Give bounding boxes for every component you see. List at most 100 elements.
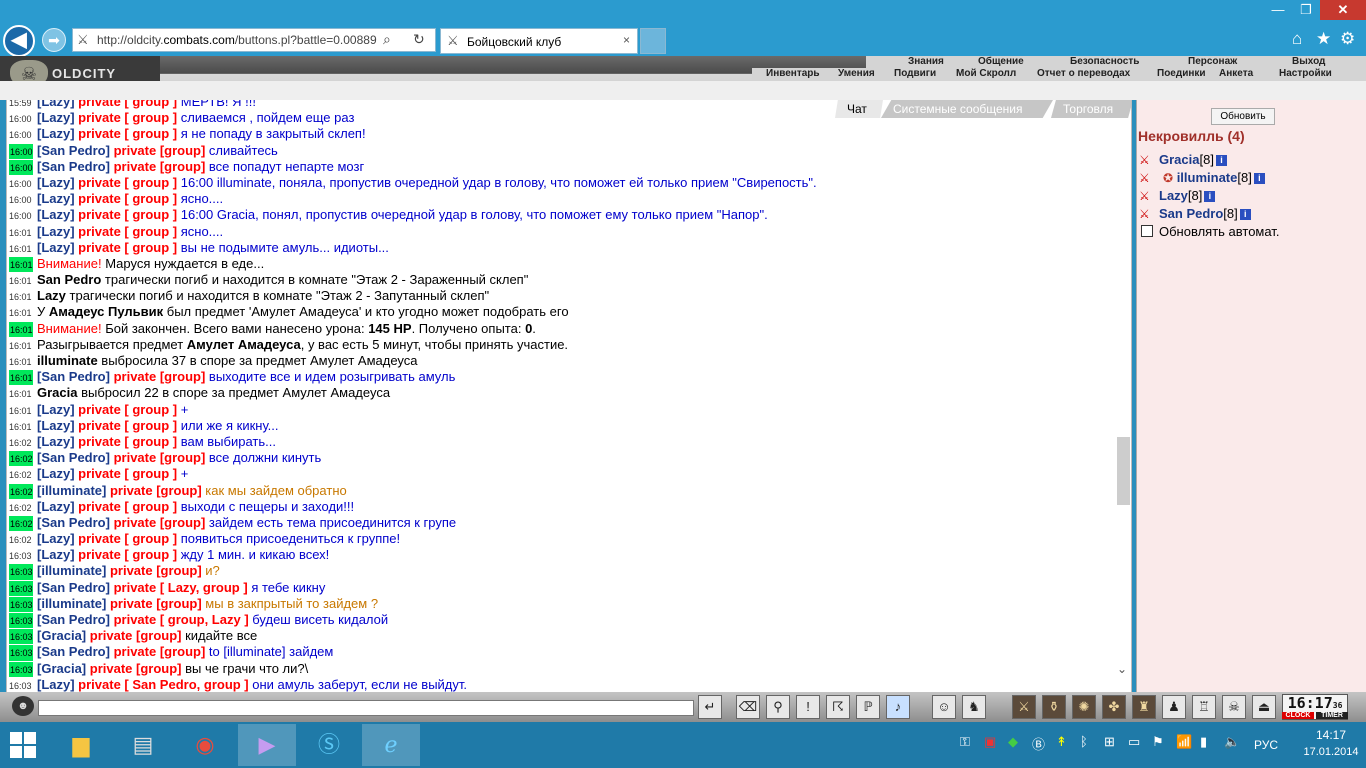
acrobat-icon[interactable]: ▣ — [984, 734, 996, 750]
visual-studio-icon[interactable]: ▶ — [238, 724, 296, 766]
player-name[interactable]: San Pedro — [1159, 206, 1223, 221]
chat-timestamp[interactable]: 16:01 — [9, 403, 37, 418]
home-icon[interactable]: ⌂ — [1292, 29, 1302, 49]
chat-timestamp[interactable]: 16:02 — [9, 451, 33, 467]
attack-icon[interactable]: ⚔ — [1139, 207, 1159, 221]
wifi-icon[interactable]: 📶 — [1176, 734, 1192, 750]
tab-system-messages[interactable]: Системные сообщения — [881, 100, 1053, 118]
info-icon[interactable]: i — [1215, 155, 1227, 166]
chat-nick[interactable]: [San Pedro] — [37, 159, 110, 174]
chat-nick[interactable]: [San Pedro] — [37, 612, 110, 627]
flag-icon[interactable]: ⚑ — [1152, 734, 1164, 750]
chat-timestamp[interactable]: 16:01 — [9, 386, 37, 401]
chat-nick[interactable]: [Lazy] — [37, 240, 75, 255]
exit-icon[interactable]: ⏏ — [1252, 695, 1276, 719]
chat-nick[interactable]: [Lazy] — [37, 466, 75, 481]
chat-nick[interactable]: [Lazy] — [37, 100, 75, 109]
player-name[interactable]: illuminate — [1177, 170, 1238, 185]
chat-timestamp[interactable]: 16:02 — [9, 483, 33, 499]
menu-character[interactable]: Персонаж — [1188, 56, 1237, 67]
player-row-illuminate[interactable]: ⚔ ✪ illuminate[8] i — [1139, 170, 1265, 188]
chrome-icon[interactable]: ◉ — [176, 724, 234, 766]
clear-icon[interactable]: ⌫ — [736, 695, 760, 719]
chat-timestamp[interactable]: 15:59 — [9, 100, 37, 110]
send-button[interactable]: ↵ — [698, 695, 722, 719]
chat-timestamp[interactable]: 16:01 — [9, 354, 37, 369]
close-window-button[interactable]: ✕ — [1320, 0, 1366, 20]
chat-private-tag[interactable]: private [ Lazy, group ] — [110, 580, 251, 595]
scroll-down-icon[interactable]: ⌄ — [1117, 662, 1127, 676]
chat-timestamp[interactable]: 16:03 — [9, 564, 33, 580]
chat-timestamp[interactable]: 16:01 — [9, 225, 37, 240]
chat-timestamp[interactable]: 16:03 — [9, 678, 37, 692]
b-icon[interactable]: Ⓑ — [1032, 734, 1045, 753]
menu-battles[interactable]: Поединки — [1157, 68, 1206, 79]
minimize-button[interactable]: — — [1264, 0, 1292, 20]
chat-timestamp[interactable]: 16:03 — [9, 613, 33, 629]
chat-private-tag[interactable]: private [group] — [110, 644, 209, 659]
chat-timestamp[interactable]: 16:00 — [9, 143, 33, 159]
chat-timestamp[interactable]: 16:03 — [9, 580, 33, 596]
menu-skills[interactable]: Умения — [838, 68, 875, 79]
chat-nick[interactable]: [Lazy] — [37, 499, 75, 514]
menu-transfer-report[interactable]: Отчет о переводах — [1037, 68, 1130, 79]
info-icon[interactable]: i — [1204, 191, 1216, 202]
menu-my-scroll[interactable]: Мой Скролл — [956, 68, 1016, 79]
translit-icon[interactable]: ℙ — [856, 695, 880, 719]
chat-nick[interactable]: [Lazy] — [37, 224, 75, 239]
taskbar-time[interactable]: 14:17 — [1300, 728, 1362, 742]
chat-nick[interactable]: [San Pedro] — [37, 450, 110, 465]
chat-private-tag[interactable]: private [group] — [110, 515, 209, 530]
chat-nick[interactable]: [Lazy] — [37, 126, 75, 141]
chat-timestamp[interactable]: 16:02 — [9, 467, 37, 482]
helmet-icon[interactable]: ♞ — [962, 695, 986, 719]
chat-timestamp[interactable]: 16:01 — [9, 370, 33, 386]
address-url[interactable]: http://oldcity.combats.com/buttons.pl?ba… — [97, 33, 377, 47]
address-bar[interactable]: ⚔ http://oldcity.combats.com/buttons.pl?… — [72, 28, 436, 52]
exclamation-icon[interactable]: ! — [796, 695, 820, 719]
chat-nick[interactable]: [Lazy] — [37, 547, 75, 562]
chat-nick[interactable]: [San Pedro] — [37, 515, 110, 530]
chat-timestamp[interactable]: 16:01 — [9, 305, 37, 320]
chat-private-tag[interactable]: private [ group ] — [75, 499, 181, 514]
chat-private-tag[interactable]: private [group] — [110, 143, 209, 158]
language-indicator[interactable]: РУС — [1254, 738, 1278, 752]
chat-timestamp[interactable]: 16:00 — [9, 159, 33, 175]
filter-icon[interactable]: ⚲ — [766, 695, 790, 719]
chat-timestamp[interactable]: 16:00 — [9, 192, 37, 207]
chat-input[interactable] — [38, 700, 694, 716]
chat-nick[interactable]: [Gracia] — [37, 661, 86, 676]
run-icon[interactable]: ☈ — [826, 695, 850, 719]
chat-private-tag[interactable]: private [ group ] — [75, 547, 181, 562]
clock-tab[interactable]: CLOCK — [1282, 712, 1314, 719]
player-row-gracia[interactable]: ⚔ Gracia[8] i — [1139, 152, 1227, 170]
character-icon[interactable]: ♜ — [1132, 695, 1156, 719]
rune-icon[interactable]: ✤ — [1102, 695, 1126, 719]
refresh-button[interactable]: Обновить — [1211, 108, 1275, 125]
chat-timestamp[interactable]: 16:00 — [9, 127, 37, 142]
chat-private-tag[interactable]: private [group] — [110, 369, 209, 384]
tab-close-icon[interactable]: × — [623, 33, 630, 47]
chat-nick[interactable]: [Lazy] — [37, 418, 75, 433]
chat-timestamp[interactable]: 16:00 — [9, 111, 37, 126]
chat-private-tag[interactable]: private [ group, Lazy ] — [110, 612, 252, 627]
scroll-icon[interactable]: ✺ — [1072, 695, 1096, 719]
back-button[interactable]: ◀ — [3, 25, 35, 57]
chat-private-tag[interactable]: private [group] — [106, 596, 205, 611]
taskbar-date[interactable]: 17.01.2014 — [1298, 746, 1364, 758]
attack-icon[interactable]: ⚔ — [1139, 189, 1159, 203]
chat-private-tag[interactable]: private [group] — [106, 563, 205, 578]
chat-nick[interactable]: [San Pedro] — [37, 369, 110, 384]
menu-inventory[interactable]: Инвентарь — [766, 68, 820, 79]
bottle-icon[interactable]: ⚱ — [1042, 695, 1066, 719]
menu-settings[interactable]: Настройки — [1279, 68, 1332, 79]
menu-profile[interactable]: Анкета — [1219, 68, 1253, 79]
chat-timestamp[interactable]: 16:01 — [9, 419, 37, 434]
menu-knowledge[interactable]: Знания — [908, 56, 944, 67]
favorites-icon[interactable]: ★ — [1316, 29, 1331, 49]
network-tray-icon[interactable]: ⊞ — [1104, 734, 1115, 750]
player-row-san-pedro[interactable]: ⚔ San Pedro[8] i — [1139, 206, 1251, 224]
chat-private-tag[interactable]: private [ group ] — [75, 418, 181, 433]
player-name[interactable]: Gracia — [1159, 152, 1199, 167]
chat-private-tag[interactable]: private [ group ] — [75, 126, 181, 141]
